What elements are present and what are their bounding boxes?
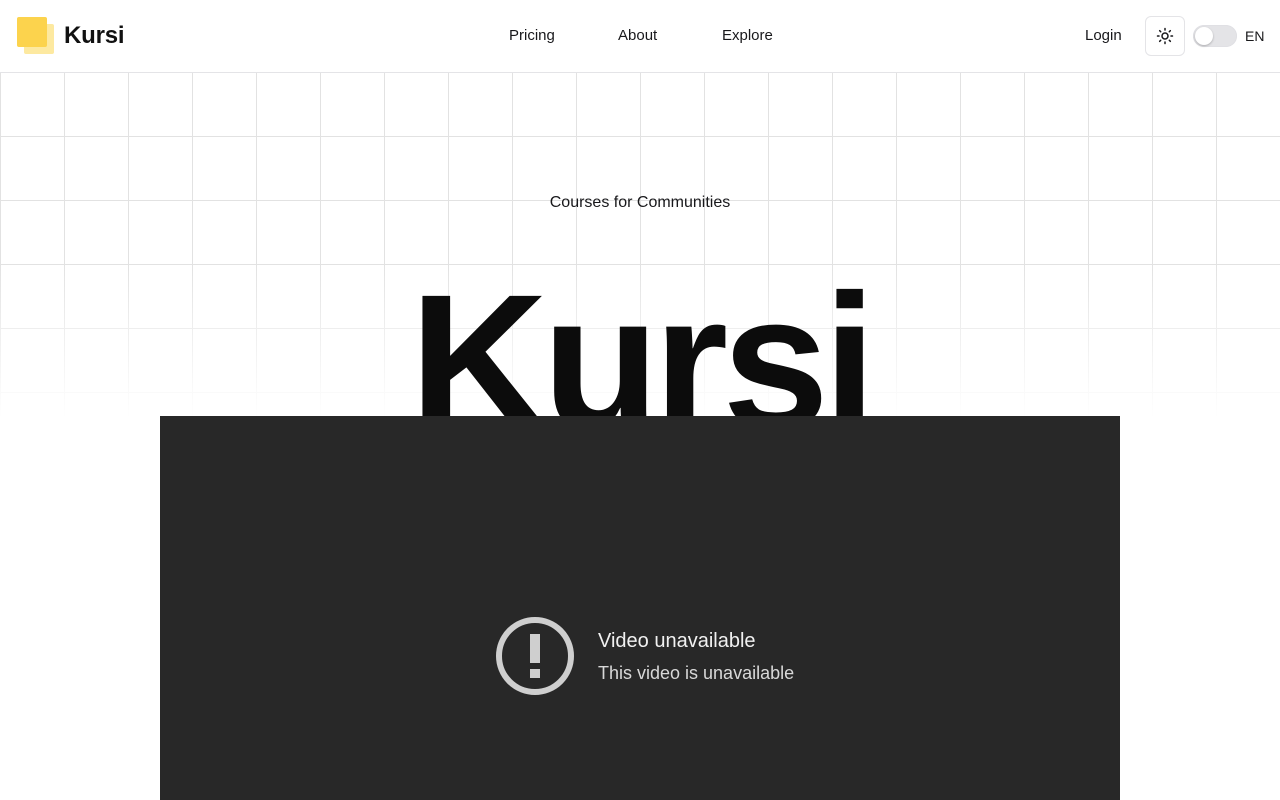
nav-pricing[interactable]: Pricing xyxy=(509,27,555,44)
hero-tagline: Courses for Communities xyxy=(549,194,731,211)
theme-toggle-button[interactable] xyxy=(1145,16,1185,56)
alert-circle-icon xyxy=(496,617,574,695)
video-player[interactable]: Video unavailable This video is unavaila… xyxy=(160,416,1120,800)
video-error-title: Video unavailable xyxy=(598,630,756,652)
video-error-message: Video unavailable This video is unavaila… xyxy=(494,615,794,697)
page: Kursi Pricing About Explore Login EN Cou… xyxy=(0,0,1280,800)
toggle-knob xyxy=(1195,27,1213,45)
sun-icon xyxy=(1156,27,1174,45)
language-toggle-switch[interactable] xyxy=(1193,25,1237,47)
brand-name: Kursi xyxy=(64,22,125,49)
nav-explore[interactable]: Explore xyxy=(722,27,773,44)
home-logo-link[interactable]: Kursi xyxy=(16,16,125,56)
logo-icon xyxy=(16,16,56,56)
language-label: EN xyxy=(1245,28,1265,44)
nav-about[interactable]: About xyxy=(618,27,657,44)
video-error-subtitle: This video is unavailable xyxy=(598,663,795,683)
video-error-text: Video unavailable This video is unavaila… xyxy=(598,628,794,684)
site-header: Kursi Pricing About Explore Login EN xyxy=(0,0,1280,73)
login-link[interactable]: Login xyxy=(1085,27,1122,44)
